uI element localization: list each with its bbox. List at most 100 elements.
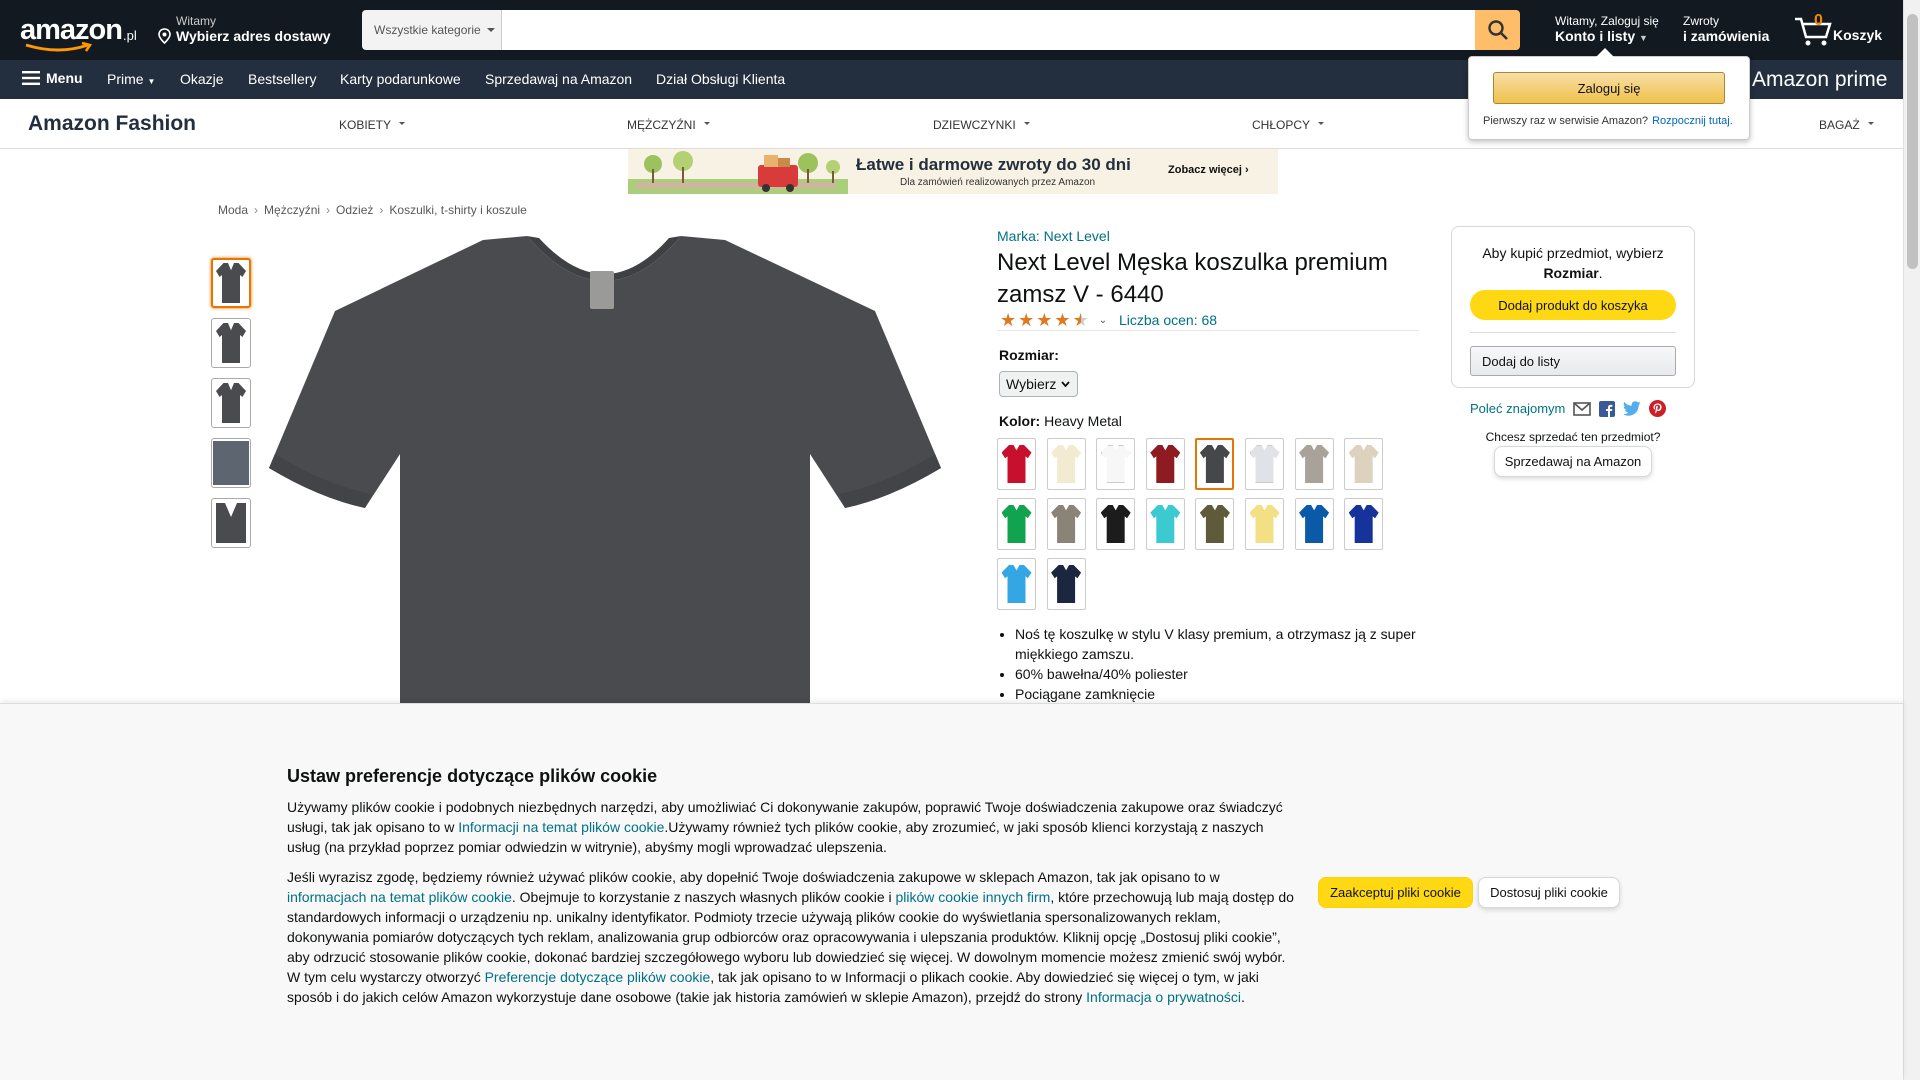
nav-item-customer-service[interactable]: Dział Obsługi Klienta: [656, 71, 785, 87]
thumbnail-image: [213, 441, 249, 485]
swatch-black[interactable]: [1096, 498, 1136, 550]
nav-item-prime[interactable]: Prime ▼: [107, 71, 155, 87]
swatch-tee-image: [1150, 445, 1181, 483]
swatch-tee-image: [1299, 505, 1330, 543]
hamburger-icon: [22, 71, 40, 85]
swatch-tee-image: [1100, 505, 1131, 543]
cart-link[interactable]: 0 Koszyk: [1793, 10, 1888, 50]
ratings-count-link[interactable]: Liczba ocen: 68: [1119, 312, 1217, 328]
swatch-banana-cream[interactable]: [1245, 498, 1284, 550]
swatch-military-green[interactable]: [1195, 498, 1235, 550]
swatch-warm-gray[interactable]: [1046, 498, 1086, 550]
image-thumbnail[interactable]: [211, 258, 251, 308]
swatch-cream[interactable]: [1046, 438, 1086, 490]
size-dropdown[interactable]: Wybierz: [999, 371, 1078, 397]
swatch-light-gray[interactable]: [1245, 438, 1284, 490]
amazon-logo[interactable]: amazon .pl: [20, 12, 138, 52]
image-thumbnail[interactable]: [211, 438, 251, 488]
add-to-list-button[interactable]: Dodaj do listy: [1470, 346, 1676, 376]
fashion-cat-label: BAGAŻ: [1819, 118, 1860, 132]
nav-item-bestsellers[interactable]: Bestsellery: [248, 71, 316, 87]
image-thumbnail[interactable]: [211, 498, 251, 548]
chevron-right-icon: ›: [326, 203, 331, 217]
accept-cookies-button[interactable]: Zaakceptuj pliki cookie: [1318, 877, 1473, 908]
swatch-light-blue[interactable]: [997, 558, 1036, 610]
swatch-turquoise[interactable]: [1145, 498, 1185, 550]
swatch-heavy-metal[interactable]: [1195, 438, 1235, 490]
star-half-icon: ★: [1072, 310, 1089, 330]
returns-banner[interactable]: Łatwe i darmowe zwroty do 30 dni Dla zam…: [628, 149, 1278, 194]
hamburger-menu-button[interactable]: Menu: [22, 70, 83, 86]
privacy-notice-link[interactable]: Informacja o prywatności: [1086, 989, 1241, 1005]
search-category-dropdown[interactable]: Wszystkie kategorie: [362, 10, 502, 50]
swatch-white[interactable]: [1096, 438, 1136, 490]
cart-label: Koszyk: [1833, 27, 1883, 43]
fashion-cat-men[interactable]: MĘŻCZYŹNI: [627, 118, 710, 132]
caret-down-icon: [1867, 121, 1874, 125]
breadcrumb-item[interactable]: Mężczyźni: [264, 203, 320, 217]
start-here-link[interactable]: Rozpocznij tutaj.: [1652, 115, 1733, 127]
nav-item-deals[interactable]: Okazje: [180, 71, 224, 87]
signin-button[interactable]: Zaloguj się: [1493, 72, 1725, 104]
swatch-tee-image: [1249, 445, 1280, 483]
swatch-royal[interactable]: [1294, 498, 1334, 550]
nav-item-sell[interactable]: Sprzedawaj na Amazon: [485, 71, 632, 87]
nav-item-gift-cards[interactable]: Karty podarunkowe: [340, 71, 461, 87]
image-thumbnail[interactable]: [211, 318, 251, 368]
smile-arrow-icon: [25, 42, 93, 52]
fashion-cat-girls[interactable]: DZIEWCZYNKI: [933, 118, 1030, 132]
star-rating[interactable]: ★ ★ ★ ★ ★ ⌄: [1000, 311, 1107, 329]
email-icon[interactable]: [1573, 401, 1592, 416]
star-full-icon: ★: [1018, 310, 1035, 330]
delivery-address[interactable]: Witamy Wybierz adres dostawy: [157, 14, 331, 44]
signin-flyout: Zaloguj się Pierwszy raz w serwisie Amaz…: [1468, 48, 1750, 140]
fashion-cat-women[interactable]: KOBIETY: [339, 118, 406, 132]
feature-bullet: Pociągane zamknięcie: [1015, 684, 1425, 704]
menu-label: Menu: [46, 70, 83, 86]
fashion-cat-luggage[interactable]: BAGAŻ: [1819, 118, 1874, 132]
swatch-sand[interactable]: [1344, 438, 1384, 490]
customize-cookies-button[interactable]: Dostosuj pliki cookie: [1478, 877, 1620, 908]
third-party-cookies-link[interactable]: plików cookie innych firm: [896, 889, 1051, 905]
page-scrollbar[interactable]: [1903, 0, 1920, 1080]
cookie-preferences-link[interactable]: Preferencje dotyczące plików cookie: [485, 969, 711, 985]
twitter-icon[interactable]: [1623, 401, 1641, 416]
product-main-image[interactable]: [265, 236, 945, 706]
cookie-info-link[interactable]: informacjach na temat plików cookie: [287, 889, 512, 905]
banner-cta[interactable]: Zobacz więcej ›: [1168, 164, 1249, 176]
swatch-heather-gray[interactable]: [1294, 438, 1334, 490]
swatch-cobalt[interactable]: [1344, 498, 1384, 550]
breadcrumb-item[interactable]: Odzież: [336, 203, 373, 217]
buybox-message: Aby kupić przedmiot, wybierz Rozmiar.: [1452, 243, 1694, 283]
breadcrumb-item[interactable]: Koszulki, t-shirty i koszule: [389, 203, 526, 217]
new-customer-text: Pierwszy raz w serwisie Amazon? Rozpoczni…: [1483, 115, 1733, 127]
swatch-tee-image: [1348, 445, 1379, 483]
fashion-cat-label: KOBIETY: [339, 118, 392, 132]
caret-down-icon: ▼: [147, 77, 156, 86]
fashion-cat-boys[interactable]: CHŁOPCY: [1252, 118, 1325, 132]
sell-on-amazon-button[interactable]: Sprzedawaj na Amazon: [1494, 446, 1652, 477]
scrollbar-thumb[interactable]: [1907, 14, 1918, 269]
swatch-midnight-navy[interactable]: [1046, 558, 1086, 610]
share-link[interactable]: Poleć znajomym: [1470, 401, 1565, 416]
add-to-cart-button[interactable]: Dodaj produkt do koszyka: [1470, 290, 1676, 320]
breadcrumb-item[interactable]: Moda: [218, 203, 248, 217]
brand-link[interactable]: Marka: Next Level: [997, 228, 1110, 244]
account-menu[interactable]: Witamy, Zaloguj się Konto i listy ▼: [1555, 14, 1659, 44]
swatch-red[interactable]: [997, 438, 1036, 490]
search-input[interactable]: [502, 10, 1475, 50]
buy-box: Aby kupić przedmiot, wybierz Rozmiar. Do…: [1451, 226, 1695, 388]
image-thumbnail[interactable]: [211, 378, 251, 428]
search-button[interactable]: [1475, 10, 1520, 50]
facebook-icon[interactable]: [1599, 400, 1616, 417]
swatch-kelly-green[interactable]: [997, 498, 1036, 550]
fashion-logo[interactable]: Amazon Fashion: [28, 112, 196, 136]
divider: [1470, 332, 1676, 333]
swatch-cardinal[interactable]: [1145, 438, 1185, 490]
cookie-info-link[interactable]: Informacji na temat plików cookie: [458, 819, 664, 835]
pinterest-icon[interactable]: [1649, 400, 1667, 417]
prime-logo[interactable]: Amazon prime: [1752, 68, 1887, 92]
delivery-greeting: Witamy: [176, 14, 216, 28]
share-row: Poleć znajomym: [1470, 400, 1667, 417]
returns-orders-link[interactable]: Zwroty i zamówienia: [1683, 14, 1769, 44]
